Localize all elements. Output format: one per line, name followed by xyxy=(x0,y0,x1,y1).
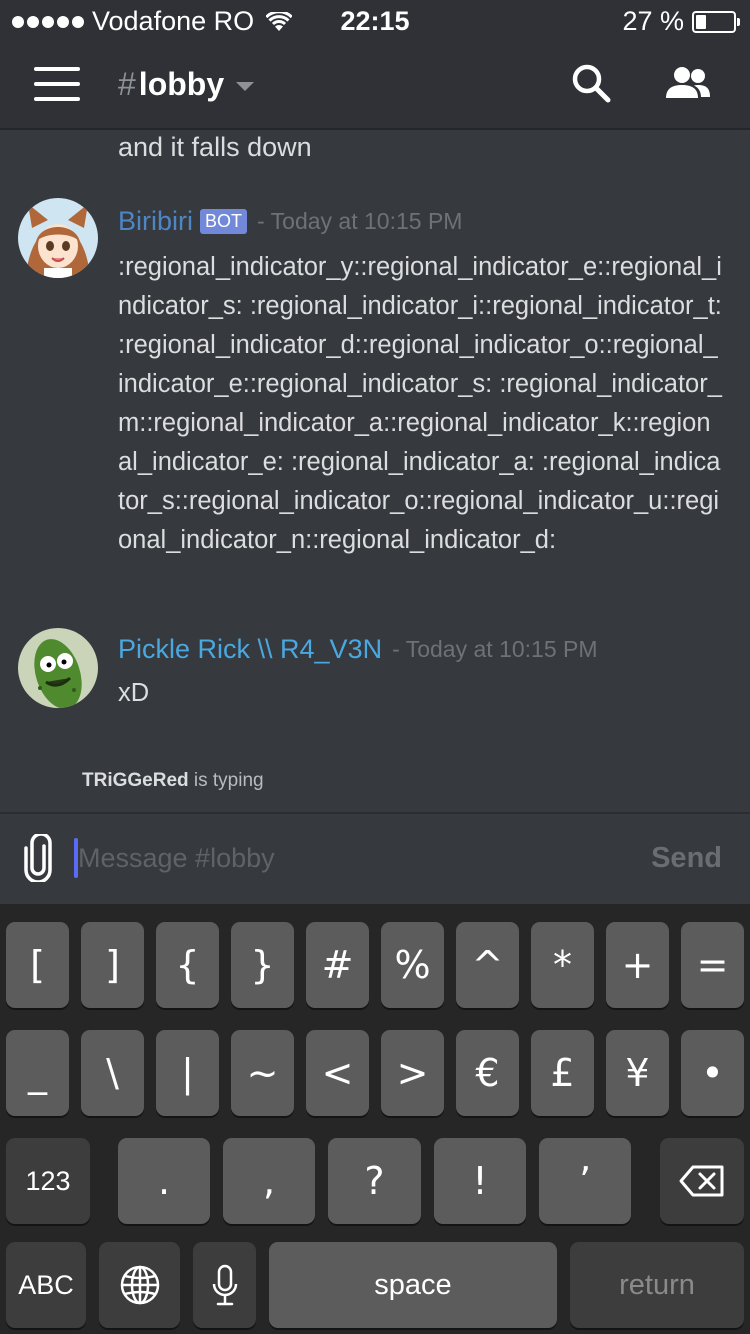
key-pipe[interactable]: | xyxy=(156,1030,219,1116)
message-input[interactable] xyxy=(78,836,618,880)
return-key[interactable]: return xyxy=(570,1242,744,1328)
bot-badge: BOT xyxy=(200,209,248,234)
search-icon[interactable] xyxy=(570,62,612,109)
key-caret[interactable]: ^ xyxy=(456,922,519,1008)
backspace-icon[interactable] xyxy=(660,1138,744,1224)
message-composer: Send xyxy=(0,812,750,904)
username[interactable]: Biribiri xyxy=(118,206,193,237)
key-asterisk[interactable]: * xyxy=(531,922,594,1008)
key-greater-than[interactable]: > xyxy=(381,1030,444,1116)
discord-app: Vodafone RO 22:15 27 % # lobby and it fa… xyxy=(0,0,750,1334)
message-text: :regional_indicator_y::regional_indicato… xyxy=(118,253,722,554)
message-text: xD xyxy=(118,679,150,707)
keyboard: [ ] { } # % ^ * + = _ \ | ~ < > € £ ¥ • … xyxy=(0,904,750,1334)
key-tilde[interactable]: ~ xyxy=(231,1030,294,1116)
key-hash[interactable]: # xyxy=(306,922,369,1008)
key-close-brace[interactable]: } xyxy=(231,922,294,1008)
paperclip-icon[interactable] xyxy=(22,832,54,887)
key-abc-mode[interactable]: ABC xyxy=(6,1242,86,1328)
battery-icon xyxy=(692,10,740,33)
key-comma[interactable]: , xyxy=(223,1138,315,1224)
message-text: and it falls down xyxy=(118,132,312,162)
message-timestamp: - Today at 10:15 PM xyxy=(257,208,463,234)
avatar[interactable] xyxy=(18,628,98,708)
key-numbers-mode[interactable]: 123 xyxy=(6,1138,90,1224)
chevron-down-icon xyxy=(236,82,255,91)
channel-name: lobby xyxy=(138,66,225,102)
key-euro[interactable]: € xyxy=(456,1030,519,1116)
send-button[interactable]: Send xyxy=(651,842,722,875)
typing-indicator: TRiGGeRed is typing xyxy=(82,770,264,792)
key-percent[interactable]: % xyxy=(381,922,444,1008)
key-close-bracket[interactable]: ] xyxy=(81,922,144,1008)
typing-user: TRiGGeRed xyxy=(82,770,189,791)
microphone-icon[interactable] xyxy=(193,1242,256,1328)
key-open-brace[interactable]: { xyxy=(156,922,219,1008)
key-equals[interactable]: = xyxy=(681,922,744,1008)
battery-percentage: 27 % xyxy=(622,6,684,36)
key-pound[interactable]: £ xyxy=(531,1030,594,1116)
channel-hash: # xyxy=(118,66,136,102)
key-bullet[interactable]: • xyxy=(681,1030,744,1116)
message-list[interactable]: and it falls down Biribiri BOT - Today a… xyxy=(0,130,750,812)
username[interactable]: Pickle Rick \\ R4_V3N xyxy=(118,634,382,665)
key-question[interactable]: ? xyxy=(328,1138,421,1224)
key-underscore[interactable]: _ xyxy=(6,1030,69,1116)
key-plus[interactable]: + xyxy=(606,922,669,1008)
status-bar: Vodafone RO 22:15 27 % xyxy=(0,0,750,40)
avatar[interactable] xyxy=(18,198,98,278)
menu-icon[interactable] xyxy=(34,67,80,103)
key-period[interactable]: . xyxy=(118,1138,210,1224)
globe-icon[interactable] xyxy=(99,1242,180,1328)
battery-level xyxy=(696,14,706,29)
channel-header: # lobby xyxy=(0,40,750,130)
key-exclamation[interactable]: ! xyxy=(434,1138,526,1224)
space-key[interactable]: space xyxy=(269,1242,557,1328)
key-apostrophe[interactable]: ’ xyxy=(539,1138,631,1224)
message-timestamp: - Today at 10:15 PM xyxy=(392,636,598,662)
key-open-bracket[interactable]: [ xyxy=(6,922,69,1008)
key-less-than[interactable]: < xyxy=(306,1030,369,1116)
key-backslash[interactable]: \ xyxy=(81,1030,144,1116)
key-yen[interactable]: ¥ xyxy=(606,1030,669,1116)
channel-selector[interactable]: # lobby xyxy=(118,66,255,103)
members-icon[interactable] xyxy=(664,66,712,105)
typing-text: is typing xyxy=(188,770,264,791)
